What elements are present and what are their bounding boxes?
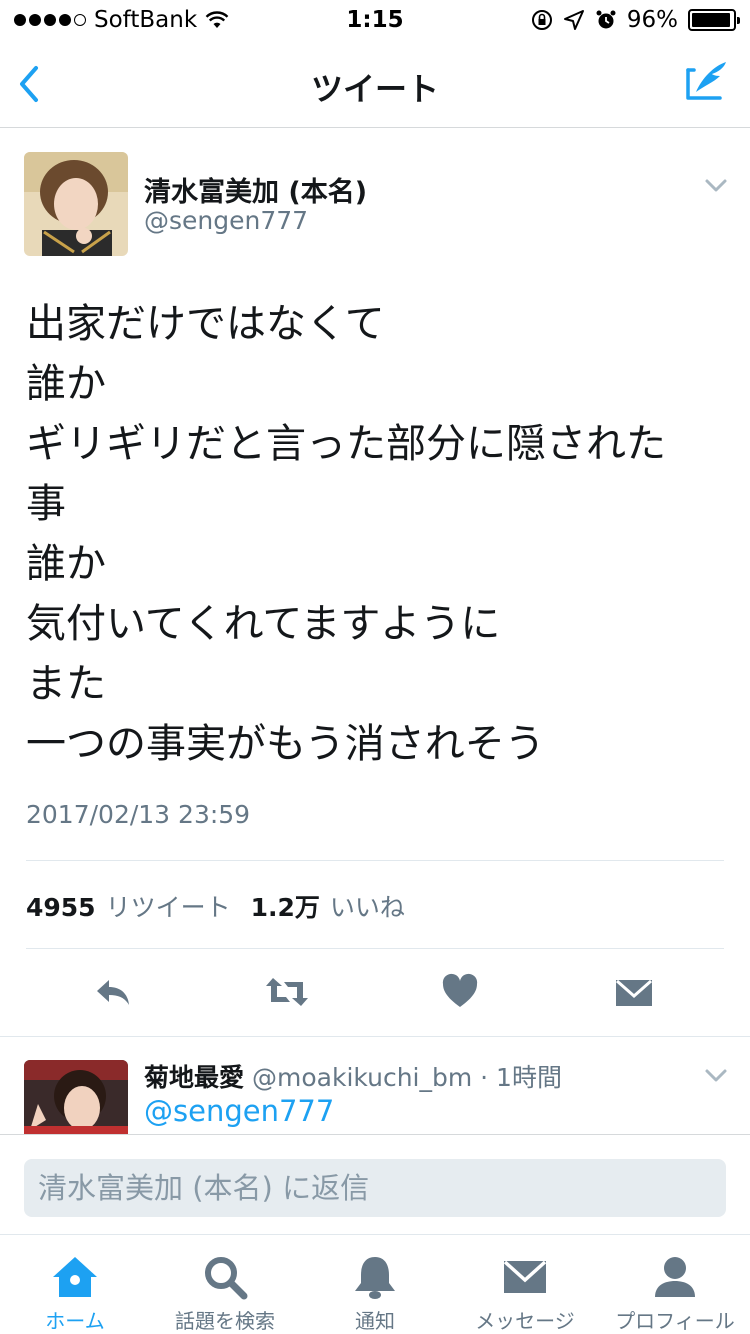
retweet-icon[interactable] <box>264 972 310 1012</box>
avatar[interactable] <box>24 152 128 256</box>
bell-icon <box>355 1257 395 1299</box>
tab-label: 通知 <box>355 1309 395 1333</box>
page-title: ツイート <box>310 70 439 108</box>
divider <box>26 860 724 861</box>
chevron-down-icon[interactable] <box>704 178 728 194</box>
status-bar: SoftBank 1:15 96% <box>0 0 750 40</box>
tweet-line: 出家だけではなくて <box>26 301 385 347</box>
divider <box>26 948 724 949</box>
like-count[interactable]: 1.2万 <box>251 888 320 924</box>
like-heart-icon[interactable] <box>440 972 480 1012</box>
location-arrow-icon <box>563 10 584 30</box>
reply-user-name[interactable]: 菊地最愛 <box>144 1063 244 1092</box>
tab-search[interactable]: 話題を検索 <box>150 1235 300 1334</box>
divider <box>0 1036 750 1037</box>
tweet-line: ギリギリだと言った部分に隠された <box>26 421 666 467</box>
tweet-line: 事 <box>26 481 66 527</box>
user-name[interactable]: 清水富美加 (本名) <box>144 170 367 209</box>
tweet-text: 出家だけではなくて 誰か ギリギリだと言った部分に隠された 事 誰か 気付いてく… <box>26 294 726 774</box>
tweet-timestamp: 2017/02/13 23:59 <box>26 800 251 829</box>
reply-icon[interactable] <box>93 972 133 1012</box>
avatar-photo <box>24 152 128 256</box>
reply-header: 菊地最愛 @moakikuchi_bm · 1時間 <box>144 1058 562 1094</box>
tab-notifications[interactable]: 通知 <box>300 1235 450 1334</box>
reply-avatar[interactable] <box>24 1060 128 1134</box>
tab-label: ホーム <box>45 1309 105 1333</box>
person-icon <box>655 1257 695 1297</box>
envelope-icon <box>503 1260 547 1293</box>
nav-bar: ツイート <box>0 40 750 128</box>
battery-icon <box>688 9 740 31</box>
retweet-label[interactable]: リツイート <box>106 888 231 924</box>
search-icon <box>205 1257 248 1300</box>
tab-messages[interactable]: メッセージ <box>450 1235 600 1334</box>
tweet-line: 一つの事実がもう消されそう <box>26 721 545 767</box>
tab-profile[interactable]: プロフィール <box>600 1235 750 1334</box>
direct-message-icon[interactable] <box>614 972 654 1012</box>
reply-input[interactable] <box>24 1159 726 1217</box>
tweet-line: また <box>26 661 106 707</box>
tab-home[interactable]: ホーム <box>0 1235 150 1334</box>
status-right: 96% <box>531 7 740 33</box>
reply-bar <box>0 1134 750 1234</box>
reply-mention-link[interactable]: @sengen777 <box>144 1094 334 1128</box>
like-label[interactable]: いいね <box>330 888 405 924</box>
tab-bar: ホーム 話題を検索 通知 メッセージ プロフィール <box>0 1234 750 1334</box>
retweet-count[interactable]: 4955 <box>26 893 96 922</box>
alarm-icon <box>596 10 616 29</box>
tab-label: 話題を検索 <box>175 1309 275 1333</box>
battery-percent: 96% <box>626 7 678 33</box>
compose-tweet-icon[interactable] <box>684 58 730 104</box>
rotation-lock-icon <box>531 10 552 30</box>
tweet-line: 気付いてくれてますように <box>26 601 501 647</box>
home-icon <box>53 1257 97 1297</box>
tweet-actions <box>0 964 750 1020</box>
tweet-line: 誰か <box>26 541 106 587</box>
tab-label: プロフィール <box>615 1309 735 1333</box>
tweet-stats: 4955 リツイート 1.2万 いいね <box>26 888 425 924</box>
chevron-down-icon[interactable] <box>704 1068 728 1084</box>
user-handle[interactable]: @sengen777 <box>144 206 308 235</box>
reply-avatar-photo <box>24 1060 128 1134</box>
tweet-line: 誰か <box>26 361 106 407</box>
tab-label: メッセージ <box>475 1309 575 1333</box>
reply-user-meta: @moakikuchi_bm · 1時間 <box>252 1063 562 1092</box>
